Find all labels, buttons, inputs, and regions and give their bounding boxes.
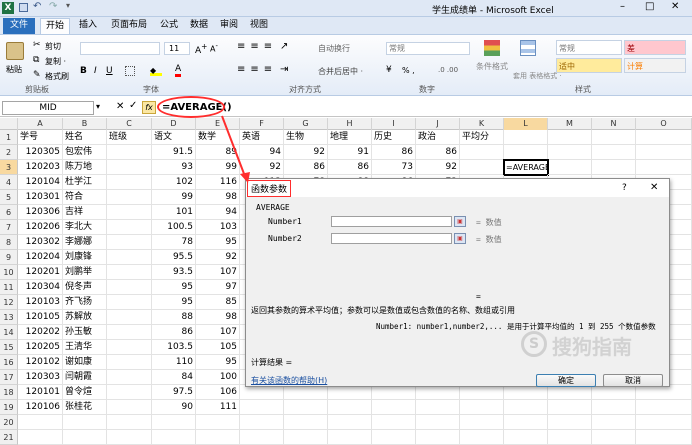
table-cell[interactable] xyxy=(592,415,636,430)
table-cell[interactable] xyxy=(240,415,284,430)
table-cell[interactable] xyxy=(328,415,372,430)
table-cell[interactable] xyxy=(18,430,63,445)
table-cell[interactable] xyxy=(460,415,504,430)
row-header[interactable]: 20 xyxy=(0,415,18,430)
table-cell[interactable] xyxy=(460,430,504,445)
table-cell[interactable] xyxy=(416,415,460,430)
table-cell[interactable] xyxy=(504,415,548,430)
table-cell[interactable] xyxy=(152,415,196,430)
table-cell[interactable] xyxy=(592,430,636,445)
row-header[interactable]: 21 xyxy=(0,430,18,445)
table-cell[interactable] xyxy=(636,430,692,445)
table-cell[interactable] xyxy=(196,415,240,430)
table-cell[interactable] xyxy=(18,415,63,430)
table-cell[interactable] xyxy=(152,430,196,445)
table-cell[interactable] xyxy=(548,415,592,430)
table-cell[interactable] xyxy=(63,415,107,430)
table-cell[interactable] xyxy=(284,415,328,430)
table-cell[interactable] xyxy=(107,415,152,430)
table-cell[interactable] xyxy=(416,430,460,445)
table-cell[interactable] xyxy=(107,430,152,445)
table-cell[interactable] xyxy=(196,430,240,445)
table-cell[interactable] xyxy=(636,415,692,430)
table-cell[interactable] xyxy=(548,430,592,445)
table-cell[interactable] xyxy=(240,430,284,445)
table-cell[interactable] xyxy=(372,415,416,430)
table-cell[interactable] xyxy=(328,430,372,445)
watermark: 搜狗指南 xyxy=(552,335,632,359)
table-cell[interactable] xyxy=(504,430,548,445)
table-cell[interactable] xyxy=(284,430,328,445)
table-cell[interactable] xyxy=(63,430,107,445)
table-cell[interactable] xyxy=(372,430,416,445)
watermark-logo-icon: S xyxy=(521,331,547,357)
